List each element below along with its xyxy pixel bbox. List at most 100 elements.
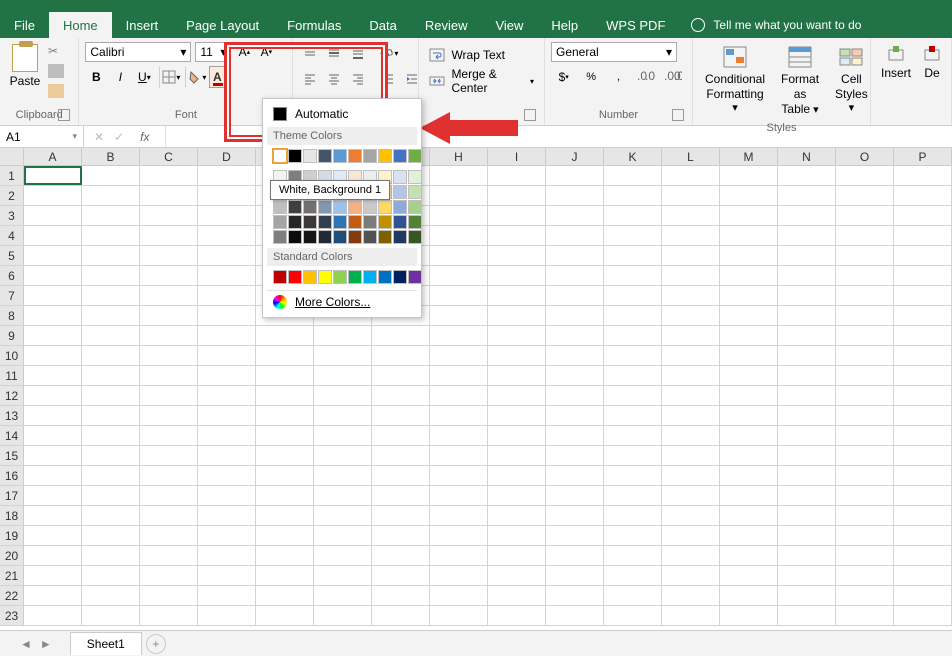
cell[interactable] <box>488 546 546 565</box>
cell[interactable] <box>198 206 256 225</box>
cell[interactable] <box>82 406 140 425</box>
cell[interactable] <box>720 266 778 285</box>
cell[interactable] <box>894 246 952 265</box>
cell[interactable] <box>778 446 836 465</box>
worksheet-grid[interactable]: ABCDEFGHIJKLMNOP 12345678910111213141516… <box>0 148 952 630</box>
cell[interactable] <box>314 566 372 585</box>
cell[interactable] <box>894 166 952 185</box>
cell[interactable] <box>82 206 140 225</box>
cell[interactable] <box>836 346 894 365</box>
cell[interactable] <box>778 546 836 565</box>
cell[interactable] <box>546 526 604 545</box>
color-swatch[interactable] <box>408 170 422 184</box>
cell[interactable] <box>604 566 662 585</box>
color-swatch[interactable] <box>378 270 392 284</box>
cell[interactable] <box>256 346 314 365</box>
cell[interactable] <box>488 366 546 385</box>
cell[interactable] <box>430 226 488 245</box>
cell[interactable] <box>314 326 372 345</box>
cell[interactable] <box>24 226 82 245</box>
cell[interactable] <box>430 566 488 585</box>
cell[interactable] <box>662 186 720 205</box>
cell[interactable] <box>894 206 952 225</box>
percent-button[interactable]: % <box>578 66 603 88</box>
cell[interactable] <box>198 326 256 345</box>
cell[interactable] <box>24 326 82 345</box>
currency-button[interactable]: $▾ <box>551 66 576 88</box>
cell[interactable] <box>24 266 82 285</box>
cell[interactable] <box>488 226 546 245</box>
row-header[interactable]: 11 <box>0 366 24 385</box>
cell[interactable] <box>198 566 256 585</box>
column-header[interactable]: H <box>430 148 488 165</box>
color-swatch[interactable] <box>393 185 407 199</box>
cell[interactable] <box>140 526 198 545</box>
align-top[interactable] <box>299 42 321 64</box>
fill-color-button[interactable]: ▾ <box>185 66 207 88</box>
cell[interactable] <box>662 166 720 185</box>
cell[interactable] <box>662 406 720 425</box>
cell[interactable] <box>488 266 546 285</box>
cell[interactable] <box>198 446 256 465</box>
cell[interactable] <box>720 386 778 405</box>
cell[interactable] <box>198 286 256 305</box>
color-swatch[interactable] <box>318 149 332 163</box>
cell[interactable] <box>894 346 952 365</box>
color-swatch[interactable] <box>303 270 317 284</box>
cell[interactable] <box>720 246 778 265</box>
cell[interactable] <box>488 406 546 425</box>
cancel-icon[interactable]: ✕ <box>94 130 104 144</box>
column-header[interactable]: A <box>24 148 82 165</box>
conditional-formatting[interactable]: Conditional Formatting ▾ <box>699 42 771 118</box>
cell[interactable] <box>82 386 140 405</box>
color-swatch[interactable] <box>408 215 422 229</box>
color-swatch[interactable] <box>393 200 407 214</box>
cell[interactable] <box>720 346 778 365</box>
color-swatch[interactable] <box>393 170 407 184</box>
cell[interactable] <box>24 186 82 205</box>
cell[interactable] <box>546 166 604 185</box>
tell-me-search[interactable]: Tell me what you want to do <box>679 12 861 38</box>
cell[interactable] <box>778 366 836 385</box>
cell[interactable] <box>778 486 836 505</box>
cell[interactable] <box>82 486 140 505</box>
cell[interactable] <box>24 606 82 625</box>
cell[interactable] <box>198 546 256 565</box>
column-header[interactable]: K <box>604 148 662 165</box>
cell[interactable] <box>662 506 720 525</box>
cell[interactable] <box>894 386 952 405</box>
cell[interactable] <box>430 426 488 445</box>
clipboard-launcher[interactable] <box>58 109 70 121</box>
column-header[interactable]: C <box>140 148 198 165</box>
cell[interactable] <box>778 586 836 605</box>
sheet-nav-prev[interactable]: ◄ <box>20 637 32 651</box>
cell[interactable] <box>198 426 256 445</box>
cell[interactable] <box>662 286 720 305</box>
color-swatch[interactable] <box>348 230 362 244</box>
cell[interactable] <box>430 366 488 385</box>
color-swatch[interactable] <box>363 149 377 163</box>
cell[interactable] <box>894 546 952 565</box>
increase-decimal[interactable]: .0.00 <box>633 66 658 88</box>
cell[interactable] <box>662 606 720 625</box>
cell[interactable] <box>24 466 82 485</box>
tab-formulas[interactable]: Formulas <box>273 12 355 38</box>
cell[interactable] <box>82 446 140 465</box>
cell[interactable] <box>488 386 546 405</box>
add-sheet-button[interactable]: + <box>146 634 166 654</box>
cell[interactable] <box>198 406 256 425</box>
cell[interactable] <box>140 426 198 445</box>
cell[interactable] <box>140 186 198 205</box>
cell[interactable] <box>604 166 662 185</box>
cell[interactable] <box>778 326 836 345</box>
cell[interactable] <box>720 486 778 505</box>
color-swatch[interactable] <box>333 215 347 229</box>
cell[interactable] <box>662 426 720 445</box>
cell[interactable] <box>430 346 488 365</box>
decrease-indent[interactable] <box>377 68 399 90</box>
cell[interactable] <box>372 326 430 345</box>
cell[interactable] <box>894 266 952 285</box>
cell[interactable] <box>430 546 488 565</box>
color-swatch[interactable] <box>288 215 302 229</box>
enter-icon[interactable]: ✓ <box>114 130 124 144</box>
